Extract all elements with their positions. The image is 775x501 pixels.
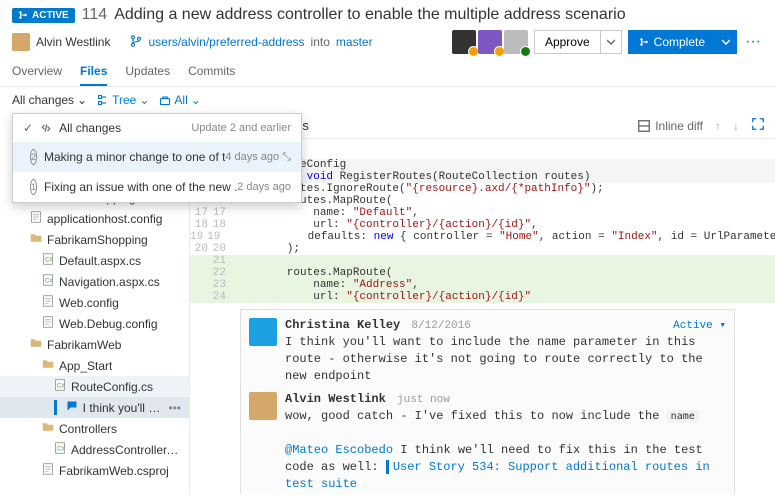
code-line[interactable]: 21: [190, 255, 775, 267]
code-line[interactable]: 1717 name: "Default",: [190, 207, 775, 219]
complete-split-button: Complete: [628, 30, 737, 54]
mention-link[interactable]: @Mateo Escobedo: [285, 443, 393, 457]
file-icon: [42, 463, 54, 478]
tree-file[interactable]: C#AddressController.cs [+]: [0, 439, 189, 460]
fullscreen-button[interactable]: [751, 117, 765, 134]
comment-status-dropdown[interactable]: Active ▾: [673, 318, 726, 332]
status-active-badge: ACTIVE: [12, 8, 75, 23]
comment-timestamp: just now: [397, 394, 450, 406]
tab-overview[interactable]: Overview: [12, 58, 62, 86]
comment-indicator-icon: [54, 400, 57, 415]
folder-icon: [30, 232, 42, 247]
reviewer-avatar[interactable]: [504, 30, 528, 54]
code-line[interactable]: 22 routes.MapRoute(: [190, 267, 775, 279]
tree-file[interactable]: C#Navigation.aspx.cs: [0, 271, 189, 292]
csharp-file-icon: C#: [42, 253, 54, 268]
tab-updates[interactable]: Updates: [125, 58, 170, 86]
comment-timestamp: 8/12/2016: [411, 320, 470, 332]
tree-view-toggle[interactable]: Tree ⌄: [97, 93, 149, 107]
file-icon: [30, 211, 42, 226]
updates-dropdown-item[interactable]: ✓All changesUpdate 2 and earlier: [13, 114, 301, 142]
approve-split-button: Approve: [534, 30, 622, 54]
comment-author-name[interactable]: Alvin Westlink: [285, 392, 386, 406]
code-line[interactable]: 1818 url: "{controller}/{action}/{id}",: [190, 219, 775, 231]
pull-request-number: 114: [82, 6, 108, 24]
tree-folder[interactable]: App_Start: [0, 355, 189, 376]
updates-dropdown-menu: ✓All changesUpdate 2 and earlier2Making …: [12, 113, 302, 203]
file-icon: [42, 316, 54, 331]
tree-folder[interactable]: Controllers: [0, 418, 189, 439]
tree-folder[interactable]: FabrikamWeb: [0, 334, 189, 355]
comment-text: wow, good catch - I've fixed this to now…: [285, 408, 726, 492]
csharp-file-icon: C#: [54, 379, 66, 394]
comment-author-avatar: [249, 392, 277, 420]
svg-text:C#: C#: [45, 257, 53, 263]
file-tree: FabrikamShoppingapplicationhost.config Fa…: [0, 183, 189, 485]
code-line[interactable]: 1919 defaults: new { controller = "Home"…: [190, 231, 775, 243]
chevron-down-icon: ⌄: [139, 93, 149, 107]
pull-request-title: Adding a new address controller to enabl…: [114, 6, 625, 24]
author-avatar: [12, 33, 30, 51]
updates-dropdown-item[interactable]: 2Making a minor change to one of t...4 d…: [13, 142, 301, 172]
all-changes-dropdown[interactable]: All changes ⌄: [12, 93, 87, 107]
chevron-down-icon: ⌄: [77, 93, 87, 107]
folder-icon: [30, 337, 42, 352]
tab-files[interactable]: Files: [80, 58, 107, 86]
complete-dropdown-button[interactable]: [716, 30, 737, 54]
tree-file[interactable]: applicationhost.config: [0, 208, 189, 229]
complete-button[interactable]: Complete: [628, 30, 716, 54]
code-line[interactable]: 24 url: "{controller}/{action}/{id}": [190, 291, 775, 303]
tree-file[interactable]: C#RouteConfig.cs: [0, 376, 189, 397]
reviewer-avatar[interactable]: [478, 30, 502, 54]
chevron-down-icon: ⌄: [191, 93, 201, 107]
tree-file[interactable]: C#Default.aspx.cs: [0, 250, 189, 271]
comment-text: I think you'll want to include the name …: [285, 334, 726, 384]
tree-file[interactable]: FabrikamWeb.csproj: [0, 460, 189, 481]
comment-thread: Christina Kelley 8/12/2016 Active ▾ I th…: [240, 309, 735, 494]
updates-dropdown-item[interactable]: 1Fixing an issue with one of the new ...…: [13, 172, 301, 202]
inline-diff-toggle[interactable]: Inline diff: [637, 119, 703, 133]
folder-icon: [42, 421, 54, 436]
pr-tabs: Overview Files Updates Commits: [0, 58, 775, 87]
tree-folder[interactable]: FabrikamShopping: [0, 229, 189, 250]
svg-text:C#: C#: [57, 446, 65, 452]
tree-file[interactable]: Web.Debug.config: [0, 313, 189, 334]
tab-commits[interactable]: Commits: [188, 58, 235, 86]
more-actions-button[interactable]: ···: [743, 33, 763, 51]
all-filter-toggle[interactable]: All ⌄: [159, 93, 200, 107]
comment-icon: [66, 400, 78, 415]
comment-author-name[interactable]: Christina Kelley: [285, 318, 400, 332]
approve-dropdown-button[interactable]: [601, 30, 622, 54]
approve-button[interactable]: Approve: [534, 30, 601, 54]
tree-comment-item[interactable]: I think you'll wa...•••: [0, 397, 189, 418]
folder-icon: [42, 358, 54, 373]
source-branch[interactable]: users/alvin/preferred-address: [148, 35, 304, 49]
prev-diff-button[interactable]: ↑: [715, 119, 721, 133]
tree-file[interactable]: Web.config: [0, 292, 189, 313]
code-line[interactable]: 23 name: "Address",: [190, 279, 775, 291]
svg-text:C#: C#: [45, 278, 53, 284]
csharp-file-icon: C#: [54, 442, 66, 457]
csharp-file-icon: C#: [42, 274, 54, 289]
code-line[interactable]: 2020 );: [190, 243, 775, 255]
reviewer-avatars[interactable]: [452, 30, 528, 54]
into-label: into: [311, 35, 330, 49]
reviewer-avatar[interactable]: [452, 30, 476, 54]
comment-author-avatar: [249, 318, 277, 346]
file-icon: [42, 295, 54, 310]
svg-text:C#: C#: [57, 383, 65, 389]
author-name[interactable]: Alvin Westlink: [36, 35, 110, 49]
branch-icon: [130, 35, 142, 50]
next-diff-button[interactable]: ↓: [733, 119, 739, 133]
target-branch[interactable]: master: [336, 35, 373, 49]
